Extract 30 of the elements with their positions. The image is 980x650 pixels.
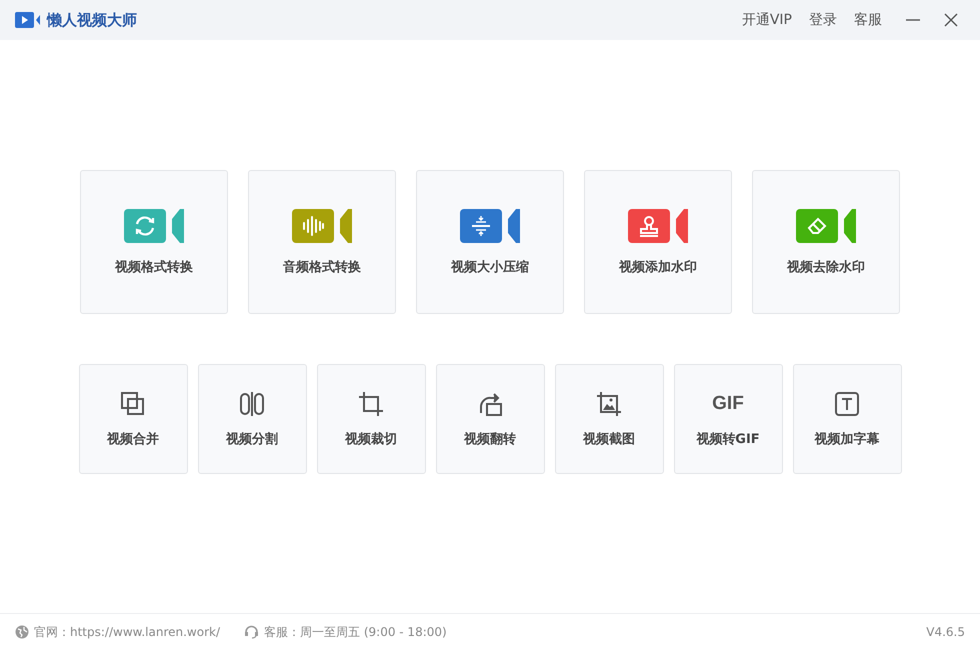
tool-card[interactable]: 视频加字幕 [792,364,902,474]
header-link[interactable]: 客服 [854,11,882,29]
header-link[interactable]: 开通VIP [742,11,792,29]
tool-card[interactable]: 视频分割 [198,364,306,474]
app-title: 懒人视频大师 [47,10,137,30]
headset-icon [244,625,260,639]
rotate-icon [477,390,503,416]
tool-card[interactable]: 视频截图 [554,364,664,474]
tool-card[interactable]: 视频添加水印 [584,170,732,314]
subtitle-icon [834,390,860,416]
tool-card[interactable]: 视频大小压缩 [416,170,564,314]
split-icon [239,390,265,416]
header-link[interactable]: 登录 [809,11,837,29]
close-icon[interactable] [944,13,958,27]
logo-icon [15,12,41,28]
tool-card[interactable]: 视频去除水印 [752,170,900,314]
tool-card[interactable]: GIF 视频转GIF [674,364,782,474]
merge-icon [120,390,146,416]
tool-card[interactable]: 音频格式转换 [248,170,396,314]
website-text: 官网：https://www.lanren.work/ [34,624,220,640]
version-text: V4.6.5 [926,625,965,639]
tool-card[interactable]: 视频裁切 [316,364,426,474]
gif-icon: GIF [712,390,744,416]
tool-card[interactable]: 视频格式转换 [80,170,228,314]
crop-icon [358,390,384,416]
screenshot-icon [596,390,622,416]
support-hours-text: 客服：周一至周五 (9:00 - 18:00) [264,624,447,640]
globe-icon [15,625,29,639]
tool-card[interactable]: 视频翻转 [436,364,544,474]
tool-card[interactable]: 视频合并 [78,364,188,474]
